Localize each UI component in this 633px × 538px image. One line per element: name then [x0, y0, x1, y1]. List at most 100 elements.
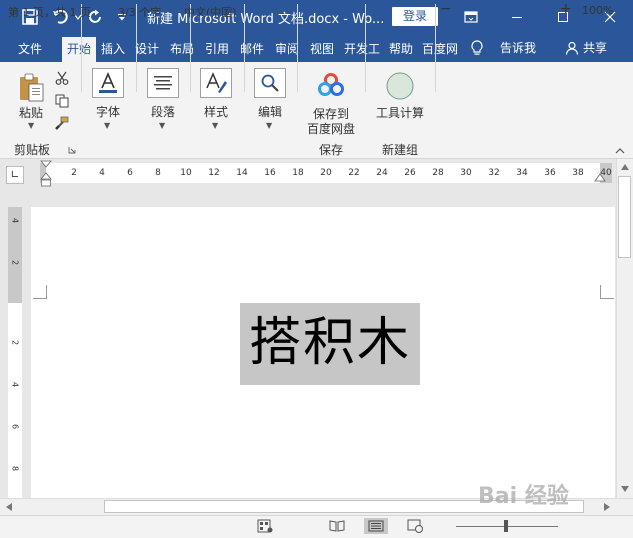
ribbon-display-options-icon[interactable]: [448, 0, 494, 33]
zoom-out-button[interactable]: −: [440, 1, 452, 17]
cut-icon[interactable]: [54, 70, 70, 86]
ruler-tick-label: 8: [155, 168, 161, 178]
styles-icon: [200, 68, 232, 98]
ruler-tick-label: 26: [404, 168, 416, 178]
ruler-tick-label: 22: [348, 168, 360, 178]
baidu-netdisk-icon[interactable]: [316, 72, 346, 98]
font-button[interactable]: [92, 68, 124, 98]
group-divider: [365, 4, 366, 92]
ruler-tick-label: 32: [488, 168, 500, 178]
scroll-up-icon[interactable]: [618, 160, 631, 174]
scroll-left-icon[interactable]: [2, 500, 16, 513]
tab-home[interactable]: 开始: [62, 37, 96, 62]
vertical-ruler-tick-label: 8: [10, 465, 20, 472]
tool-calculator-label[interactable]: 工具计算: [368, 104, 432, 121]
paragraph-button[interactable]: [147, 68, 179, 98]
editing-button[interactable]: [254, 68, 286, 98]
save-to-baidu-label-line2[interactable]: 百度网盘: [300, 120, 362, 137]
share-label: 共享: [583, 41, 608, 55]
tab-layout[interactable]: 布局: [166, 37, 198, 62]
ruler-tick-label: 30: [460, 168, 472, 178]
font-dropdown-icon[interactable]: ▼: [104, 121, 110, 130]
ruler-tick-label: 28: [432, 168, 444, 178]
person-icon: [565, 41, 579, 55]
ruler-tick-label: 20: [320, 168, 332, 178]
ruler-tick-label: 14: [236, 168, 248, 178]
print-layout-icon[interactable]: [364, 518, 388, 534]
page-count[interactable]: 第 1 页，共 1 页: [8, 4, 91, 20]
clipboard-launcher-icon[interactable]: [67, 145, 77, 155]
read-mode-icon[interactable]: [325, 518, 349, 534]
vertical-ruler-tick-label: 6: [10, 423, 20, 430]
crop-mark: [33, 285, 47, 299]
tab-review[interactable]: 审阅: [271, 37, 303, 62]
ruler-tick-label: 38: [572, 168, 584, 178]
tab-baidu-netdisk[interactable]: 百度网: [419, 37, 461, 62]
magnifier-icon: [254, 68, 286, 98]
ruler-tick-label: 16: [264, 168, 276, 178]
tell-me-label: 告诉我: [500, 41, 537, 55]
new-group-label: 新建组: [381, 143, 418, 157]
title-bar: 新建 Microsoft Word 文档.docx - Wo... 登录: [0, 0, 633, 33]
baidu-jingyan-watermark: Bai 经验: [478, 484, 569, 509]
web-layout-icon[interactable]: [403, 518, 427, 534]
tab-view[interactable]: 视图: [306, 37, 338, 62]
ruler-tick-label: 18: [292, 168, 304, 178]
ruler-tick-label: 10: [180, 168, 192, 178]
editing-label[interactable]: 编辑: [252, 103, 288, 120]
format-painter-icon[interactable]: [54, 115, 70, 131]
word-count[interactable]: 3/3 个字: [118, 4, 161, 20]
ribbon-tabs: 文件 开始 插入 设计 布局 引用 邮件 审阅 视图 开发工 帮助 百度网: [0, 33, 633, 62]
copy-icon[interactable]: [54, 93, 70, 109]
scroll-down-icon[interactable]: [618, 482, 631, 496]
vertical-ruler-tick-label: 4: [10, 381, 20, 388]
group-divider: [435, 4, 436, 92]
tell-me-box[interactable]: 告诉我: [470, 33, 536, 62]
macro-record-icon[interactable]: [256, 518, 274, 534]
paragraph-label[interactable]: 段落: [145, 103, 181, 120]
paste-label[interactable]: 粘贴: [14, 104, 48, 121]
tab-selector[interactable]: ∟: [6, 166, 24, 184]
ruler-tick-label: 40: [600, 168, 612, 178]
group-divider: [244, 4, 245, 92]
scroll-right-icon[interactable]: [600, 500, 614, 513]
vertical-ruler-tick-label: 4: [10, 217, 20, 224]
tab-insert[interactable]: 插入: [97, 37, 129, 62]
styles-dropdown-icon[interactable]: ▼: [212, 121, 218, 130]
selected-document-text[interactable]: 搭积木: [240, 303, 420, 385]
styles-button[interactable]: [200, 68, 232, 98]
editing-dropdown-icon[interactable]: ▼: [266, 121, 272, 130]
zoom-slider-thumb[interactable]: [504, 520, 508, 532]
tool-calculator-icon[interactable]: [385, 71, 415, 101]
paragraph-icon: [147, 68, 179, 98]
vertical-scroll-thumb[interactable]: [618, 176, 631, 258]
ruler-tick-label: 36: [544, 168, 556, 178]
styles-label[interactable]: 样式: [198, 103, 234, 120]
paste-dropdown-icon[interactable]: ▼: [28, 121, 34, 130]
ruler-tick-label: 24: [376, 168, 388, 178]
tab-file[interactable]: 文件: [8, 37, 52, 62]
tab-mailings[interactable]: 邮件: [236, 37, 268, 62]
window-title: 新建 Microsoft Word 文档.docx - Wo...: [147, 12, 385, 27]
zoom-level[interactable]: 100%: [582, 4, 613, 17]
collapse-ribbon-icon[interactable]: [614, 146, 626, 156]
share-button[interactable]: 共享: [565, 33, 607, 62]
lightbulb-icon: [471, 39, 483, 55]
login-button[interactable]: 登录: [392, 7, 438, 26]
vertical-ruler-tick-label: 2: [10, 339, 20, 346]
minimize-icon[interactable]: [494, 0, 540, 33]
font-label[interactable]: 字体: [90, 103, 126, 120]
zoom-in-button[interactable]: +: [560, 1, 572, 17]
tab-help[interactable]: 帮助: [385, 37, 417, 62]
ruler-tick-label: 2: [71, 168, 77, 178]
vertical-ruler-tick-label: 2: [10, 259, 20, 266]
tab-developer[interactable]: 开发工: [341, 37, 383, 62]
paste-icon[interactable]: [16, 72, 46, 104]
indent-marker-icon[interactable]: [40, 160, 52, 190]
tab-references[interactable]: 引用: [201, 37, 233, 62]
paragraph-dropdown-icon[interactable]: ▼: [159, 121, 165, 130]
ruler-tick-label: 6: [127, 168, 133, 178]
language-indicator[interactable]: 中文(中国): [184, 4, 237, 20]
crop-mark: [600, 285, 614, 299]
ruler-tick-label: 34: [516, 168, 528, 178]
